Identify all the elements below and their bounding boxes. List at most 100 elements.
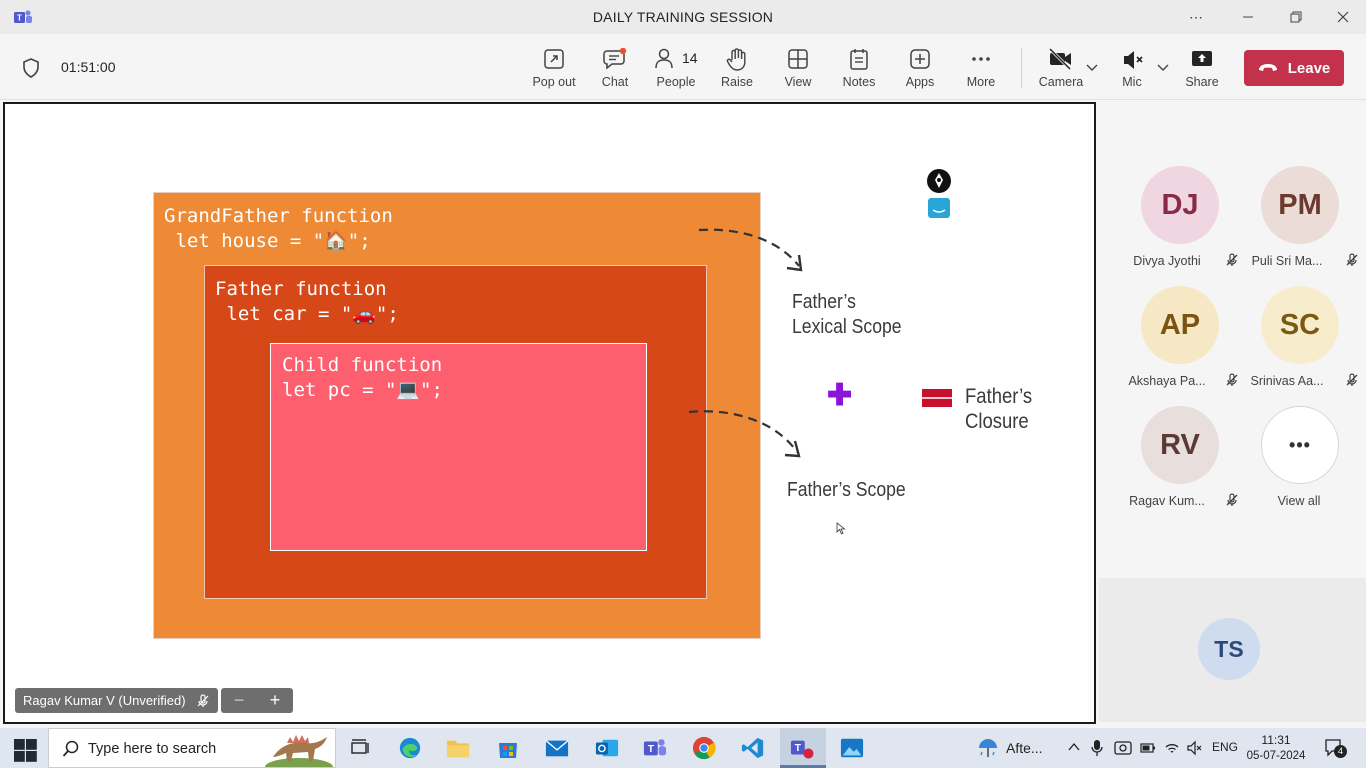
minus-icon [922, 389, 952, 407]
participant-avatar: RV [1141, 406, 1219, 484]
self-avatar: TS [1198, 618, 1260, 680]
more-button[interactable]: More [951, 46, 1011, 92]
title-bar: T DAILY TRAINING SESSION ⋯ [0, 0, 1366, 34]
mic-muted-icon [1226, 373, 1238, 386]
participant-avatar: AP [1141, 286, 1219, 364]
camera-label: Camera [1038, 75, 1084, 89]
camera-button[interactable]: Camera [1031, 46, 1091, 92]
restore-button[interactable] [1284, 6, 1308, 28]
chrome-icon[interactable] [692, 736, 716, 760]
people-label: People [656, 75, 696, 89]
grandfather-function-line: GrandFather function [164, 205, 393, 227]
mic-muted-icon [1226, 493, 1238, 506]
pen-pointer-icon [927, 169, 951, 218]
camera-options-chevron-icon[interactable] [1086, 64, 1098, 72]
view-all-tile[interactable]: ••• View all [1239, 406, 1359, 516]
view-button[interactable]: View [768, 46, 828, 92]
zoom-in-button[interactable]: + [270, 690, 281, 711]
people-button[interactable]: 14 People [646, 46, 706, 92]
edge-browser-icon[interactable] [398, 736, 422, 760]
raise-label: Raise [721, 75, 753, 89]
notification-count-badge: 4 [1334, 745, 1347, 758]
windows-taskbar: Type here to search T T Afte... ENG 11:3… [0, 728, 1366, 768]
participant-tile[interactable]: DJ Divya Jyothi [1119, 166, 1239, 276]
view-all-more-icon: ••• [1261, 406, 1339, 484]
mic-off-icon [1124, 51, 1143, 69]
share-button[interactable]: Share [1172, 46, 1232, 92]
zoom-out-button[interactable]: − [234, 690, 245, 711]
minimize-button[interactable] [1236, 6, 1260, 28]
lexical-scope-label-line2: Lexical Scope [792, 316, 902, 338]
raise-hand-icon [726, 48, 746, 71]
presenter-name: Ragav Kumar V (Unverified) [23, 693, 186, 708]
mail-icon[interactable] [545, 736, 569, 760]
photos-icon[interactable] [840, 736, 864, 760]
mic-options-chevron-icon[interactable] [1157, 64, 1169, 72]
weather-label[interactable]: Afte... [1006, 740, 1043, 756]
camera-tray-icon[interactable] [1114, 740, 1132, 756]
show-hidden-icons-chevron-icon[interactable] [1068, 742, 1080, 752]
close-button[interactable] [1331, 6, 1355, 28]
taskbar-search-box[interactable]: Type here to search [48, 728, 336, 768]
mic-label: Mic [1122, 75, 1142, 89]
notes-label: Notes [842, 75, 876, 89]
more-label: More [966, 75, 996, 89]
mic-muted-icon [1346, 253, 1358, 266]
shield-icon[interactable] [22, 58, 40, 78]
meeting-timer: 01:51:00 [61, 59, 116, 75]
grandfather-scope-box: GrandFather function let house = "🏠"; Fa… [153, 192, 761, 639]
microphone-tray-icon[interactable] [1090, 739, 1104, 757]
participant-avatar: SC [1261, 286, 1339, 364]
dinosaur-illustration-icon [265, 735, 333, 767]
plus-icon: ✚ [827, 379, 853, 412]
pc-declaration-line: let pc = "💻"; [282, 379, 443, 401]
chat-icon [603, 48, 627, 70]
file-explorer-icon[interactable] [446, 736, 470, 760]
window-more-button[interactable]: ⋯ [1184, 6, 1208, 28]
teams-taskbar-icon[interactable]: T [643, 736, 667, 760]
mic-muted-icon [1346, 373, 1358, 386]
participant-name: Ragav Kum... [1129, 494, 1205, 508]
pop-out-button[interactable]: Pop out [524, 46, 584, 92]
participant-tile[interactable]: PM Puli Sri Ma... [1239, 166, 1359, 276]
scope-arrow-icon [688, 410, 801, 458]
windows-start-icon[interactable] [14, 739, 38, 763]
teams-active-icon[interactable]: T [790, 736, 814, 760]
leave-label: Leave [1287, 59, 1331, 77]
car-declaration-line: let car = "🚗"; [215, 303, 399, 325]
clock-date[interactable]: 05-07-2024 [1246, 750, 1306, 762]
mic-muted-icon [197, 693, 208, 707]
wifi-icon[interactable] [1164, 740, 1180, 756]
chat-button[interactable]: Chat [585, 46, 645, 92]
language-indicator[interactable]: ENG [1212, 740, 1238, 754]
vscode-icon[interactable] [741, 736, 765, 760]
scope-label: Father’s Scope [787, 479, 906, 501]
house-declaration-line: let house = "🏠"; [164, 230, 371, 252]
battery-icon[interactable] [1140, 742, 1156, 754]
father-function-line: Father function [215, 278, 387, 300]
notes-button[interactable]: Notes [829, 46, 889, 92]
camera-off-icon [1048, 48, 1072, 70]
zoom-controls: − + [221, 688, 293, 713]
microsoft-store-icon[interactable] [496, 736, 520, 760]
lexical-scope-label-line1: Father’s [792, 291, 856, 313]
task-view-icon[interactable] [348, 736, 372, 760]
participant-tile[interactable]: AP Akshaya Pa... [1119, 286, 1239, 396]
mic-button[interactable]: Mic [1102, 46, 1162, 92]
share-icon [1192, 51, 1212, 66]
participant-name: Divya Jyothi [1133, 254, 1201, 268]
self-view-tile[interactable]: TS [1099, 578, 1366, 722]
participant-tile[interactable]: SC Srinivas Aa... [1239, 286, 1359, 396]
participant-name: Srinivas Aa... [1250, 374, 1324, 388]
leave-button[interactable]: Leave [1244, 50, 1344, 86]
svg-text:T: T [648, 744, 655, 755]
volume-muted-icon[interactable] [1187, 740, 1203, 756]
minimize-icon [1243, 16, 1253, 18]
outlook-icon[interactable] [595, 736, 619, 760]
weather-rain-icon[interactable] [976, 736, 1000, 760]
participant-name: View all [1277, 494, 1321, 508]
clock-time[interactable]: 11:31 [1246, 733, 1306, 747]
apps-button[interactable]: Apps [890, 46, 950, 92]
raise-hand-button[interactable]: Raise [707, 46, 767, 92]
participant-tile[interactable]: RV Ragav Kum... [1119, 406, 1239, 516]
